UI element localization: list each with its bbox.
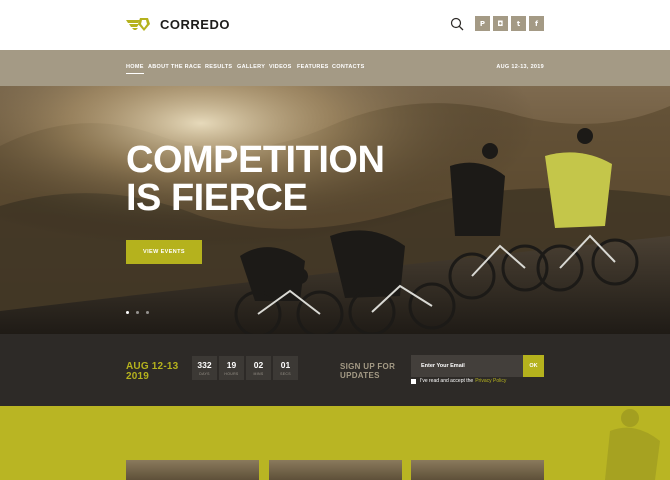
logo[interactable]: CORREDO	[126, 14, 230, 34]
logo-text: CORREDO	[160, 16, 230, 32]
nav-item-videos[interactable]: VIDEOS	[269, 64, 292, 70]
cyclist-background-image	[605, 409, 660, 480]
subscribe-ok-button[interactable]: OK	[523, 355, 544, 377]
nav-item-results[interactable]: RESULTS	[205, 64, 232, 70]
privacy-checkbox[interactable]	[411, 378, 416, 384]
countdown-days: 332 DAYS	[192, 356, 217, 380]
email-input[interactable]	[411, 355, 523, 377]
nav-item-gallery[interactable]: GALLERY	[237, 64, 265, 70]
pinterest-icon[interactable]: P	[475, 16, 490, 31]
hero-title: COMPETITION IS FIERCE	[126, 139, 385, 219]
signup-title-line1: SIGN UP FOR	[340, 362, 396, 371]
countdown-date: AUG 12-13 2019	[126, 362, 178, 382]
view-events-button[interactable]: VIEW EVENTS	[126, 240, 202, 264]
search-icon[interactable]	[450, 17, 464, 31]
instagram-icon[interactable]: ◘	[493, 16, 508, 31]
countdown-secs-value: 01	[280, 359, 291, 370]
countdown-date-line2: 2019	[126, 371, 150, 382]
winged-logo-icon	[126, 18, 150, 31]
countdown-secs: 01 SECS	[273, 356, 298, 380]
hero-slider: COMPETITION IS FIERCE VIEW EVENTS	[0, 86, 670, 334]
hero-title-line2: IS FIERCE	[126, 177, 308, 219]
featured-card-3[interactable]	[411, 460, 544, 480]
countdown-secs-label: SECS	[280, 371, 291, 376]
privacy-consent-text: I've read and accept the	[420, 378, 474, 384]
slider-dot-2[interactable]	[136, 311, 139, 314]
countdown-days-label: DAYS	[199, 371, 210, 376]
countdown-hours: 19 HOURS	[219, 356, 244, 380]
countdown-hours-label: HOURS	[224, 371, 239, 376]
privacy-policy-link[interactable]: Privacy Policy	[475, 378, 506, 384]
slider-dot-3[interactable]	[146, 311, 149, 314]
facebook-icon[interactable]: f	[529, 16, 544, 31]
countdown-days-value: 332	[197, 359, 212, 370]
countdown-mins-value: 02	[253, 359, 264, 370]
signup-title: SIGN UP FOR UPDATES	[340, 362, 395, 380]
countdown-mins-label: MINS	[253, 371, 264, 376]
featured-card-1[interactable]	[126, 460, 259, 480]
countdown-band	[0, 334, 670, 406]
site-header: CORREDO P ◘ t f	[0, 0, 670, 50]
countdown-mins: 02 MINS	[246, 356, 271, 380]
hero-title-line1: COMPETITION	[126, 139, 385, 181]
countdown-hours-value: 19	[226, 359, 237, 370]
slider-dot-1[interactable]	[126, 311, 129, 314]
nav-item-home[interactable]: HOME	[126, 64, 144, 74]
privacy-consent: I've read and accept the Privacy Policy	[411, 378, 506, 384]
nav-event-date: AUG 12-13, 2019	[496, 64, 544, 70]
featured-card-2[interactable]	[269, 460, 402, 480]
nav-item-features[interactable]: FEATURES	[297, 64, 329, 70]
main-nav: HOME ABOUT THE RACE RESULTS GALLERY VIDE…	[0, 50, 670, 86]
nav-item-contacts[interactable]: CONTACTS	[332, 64, 365, 70]
twitter-icon[interactable]: t	[511, 16, 526, 31]
signup-title-line2: UPDATES	[340, 371, 380, 380]
nav-item-about[interactable]: ABOUT THE RACE	[148, 64, 201, 70]
